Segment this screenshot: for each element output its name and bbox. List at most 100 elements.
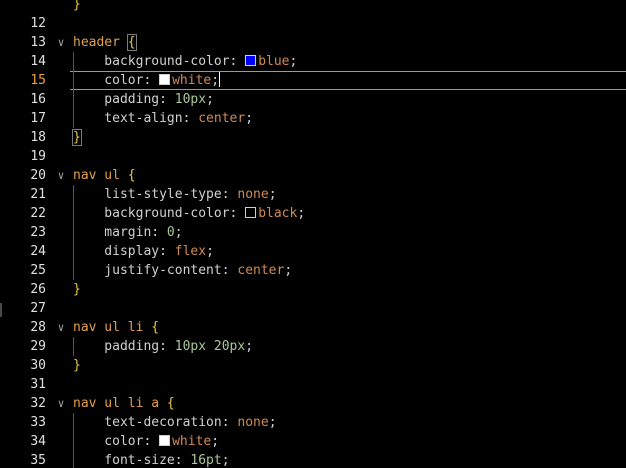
- token-prop: background-color:: [73, 206, 246, 221]
- token-num: 10px: [174, 92, 207, 107]
- line-number: 14: [30, 54, 46, 69]
- token-prop: margin:: [73, 225, 167, 240]
- line-number: 22: [30, 206, 46, 221]
- code-line[interactable]: 29 padding: 10px 20px;: [0, 337, 626, 356]
- code-text: }: [73, 280, 81, 299]
- code-line-current[interactable]: 15 color: white;: [0, 71, 626, 90]
- token-num: 0: [166, 225, 175, 240]
- code-line[interactable]: 17 text-align: center;: [0, 109, 626, 128]
- code-line[interactable]: 22 background-color: black;: [0, 204, 626, 223]
- fold-chevron-icon[interactable]: ∨: [54, 394, 68, 413]
- code-text: nav ul li {: [73, 318, 159, 337]
- token-punct: ;: [245, 111, 254, 126]
- line-number: 19: [30, 149, 46, 164]
- token-punct: ;: [211, 73, 220, 88]
- line-number: 34: [30, 434, 46, 449]
- code-line[interactable]: 33 text-decoration: none;: [0, 413, 626, 432]
- code-text: padding: 10px;: [73, 90, 214, 109]
- code-line[interactable]: 18}: [0, 128, 626, 147]
- token-punct: ;: [206, 244, 214, 259]
- token-kw: black: [258, 206, 298, 221]
- code-text: nav ul li a {: [73, 394, 175, 413]
- code-line[interactable]: 26}: [0, 280, 626, 299]
- line-number: 24: [30, 244, 46, 259]
- code-line[interactable]: 32 ∨ nav ul li a {: [0, 394, 626, 413]
- code-line[interactable]: 28 ∨ nav ul li {: [0, 318, 626, 337]
- fold-chevron-icon[interactable]: ∨: [54, 318, 68, 337]
- token-sel: nav ul li: [73, 320, 152, 335]
- code-text: padding: 10px 20px;: [73, 337, 253, 356]
- token-punct: ;: [268, 187, 277, 202]
- color-swatch-icon[interactable]: [245, 55, 257, 66]
- line-number: 21: [30, 187, 46, 202]
- token-brace: }: [73, 282, 81, 297]
- token-punct: ;: [221, 453, 230, 468]
- token-prop: padding:: [73, 339, 175, 354]
- code-editor[interactable]: } 12 13 ∨ header {14 background-color: blue;…: [0, 0, 626, 468]
- code-line[interactable]: 31: [0, 375, 626, 394]
- code-text: background-color: black;: [73, 204, 305, 223]
- code-text: list-style-type: none;: [73, 185, 277, 204]
- code-line[interactable]: 30}: [0, 356, 626, 375]
- token-punct: ;: [206, 92, 214, 107]
- token-sel: nav ul li a: [73, 396, 167, 411]
- token-kw: white: [172, 73, 212, 88]
- code-text: display: flex;: [73, 242, 214, 261]
- code-line[interactable]: }: [0, 0, 626, 14]
- code-line[interactable]: 13 ∨ header {: [0, 33, 626, 52]
- token-num: 16pt: [190, 453, 222, 468]
- token-brace: }: [73, 0, 81, 12]
- code-lines: } 12 13 ∨ header {14 background-color: blue;…: [0, 0, 626, 468]
- code-line[interactable]: 34 color: white;: [0, 432, 626, 451]
- code-text: color: white;: [73, 71, 221, 90]
- fold-chevron-icon[interactable]: ∨: [54, 166, 68, 185]
- token-kw: none: [237, 187, 269, 202]
- token-prop: text-decoration:: [73, 415, 238, 430]
- token-punct: ;: [268, 415, 277, 430]
- code-text: header {: [73, 33, 137, 52]
- token-punct: ;: [174, 225, 183, 240]
- code-line[interactable]: 14 background-color: blue;: [0, 52, 626, 71]
- line-number: 18: [30, 130, 46, 145]
- code-line[interactable]: 25 justify-content: center;: [0, 261, 626, 280]
- line-number: 25: [30, 263, 46, 278]
- code-line[interactable]: 21 list-style-type: none;: [0, 185, 626, 204]
- code-line[interactable]: 20 ∨ nav ul {: [0, 166, 626, 185]
- code-line[interactable]: 24 display: flex;: [0, 242, 626, 261]
- code-text: color: white;: [73, 432, 219, 451]
- matched-brace: {: [126, 34, 137, 51]
- code-line[interactable]: 16 padding: 10px;: [0, 90, 626, 109]
- line-number: 23: [30, 225, 46, 240]
- text-cursor: [219, 72, 221, 87]
- code-text: nav ul {: [73, 166, 136, 185]
- token-kw: white: [172, 434, 212, 449]
- token-prop: justify-content:: [73, 263, 238, 278]
- line-number: 29: [30, 339, 46, 354]
- token-prop: list-style-type:: [73, 187, 238, 202]
- code-line[interactable]: 35 font-size: 16pt;: [0, 451, 626, 468]
- fold-chevron-icon[interactable]: ∨: [54, 33, 68, 52]
- code-text: }: [73, 356, 81, 375]
- code-line[interactable]: 23 margin: 0;: [0, 223, 626, 242]
- matched-brace: }: [72, 129, 82, 146]
- code-line[interactable]: 19: [0, 147, 626, 166]
- line-number: 17: [30, 111, 46, 126]
- token-kw: center: [237, 263, 285, 278]
- code-text: }: [73, 0, 81, 14]
- color-swatch-icon[interactable]: [159, 435, 171, 446]
- token-brace: }: [73, 358, 81, 373]
- token-sel: header: [73, 35, 128, 50]
- color-swatch-icon[interactable]: [245, 207, 257, 218]
- code-line[interactable]: 27: [0, 299, 626, 318]
- token-punct: ;: [211, 434, 220, 449]
- code-text: text-decoration: none;: [73, 413, 277, 432]
- token-prop: text-align:: [73, 111, 199, 126]
- line-number: 26: [30, 282, 46, 297]
- line-number: 20: [30, 168, 46, 183]
- token-num: 10px 20px: [174, 339, 246, 354]
- code-line[interactable]: 12: [0, 14, 626, 33]
- token-sel: nav ul: [73, 168, 128, 183]
- color-swatch-icon[interactable]: [159, 74, 171, 85]
- line-number: 33: [30, 415, 46, 430]
- line-number: 27: [30, 301, 46, 316]
